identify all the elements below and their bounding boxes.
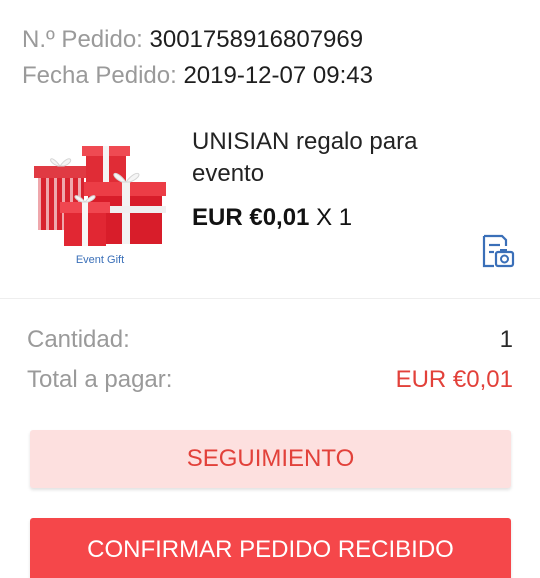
tracking-button[interactable]: SEGUIMIENTO bbox=[30, 430, 511, 488]
order-meta: N.º Pedido: 3001758916807969 Fecha Pedid… bbox=[22, 22, 520, 94]
product-price: EUR €0,01 bbox=[192, 204, 310, 231]
quantity-row: Cantidad: 1 bbox=[27, 320, 513, 360]
order-date-label: Fecha Pedido: bbox=[22, 62, 177, 89]
order-number-label: N.º Pedido: bbox=[22, 26, 143, 53]
order-number-row: N.º Pedido: 3001758916807969 bbox=[22, 22, 520, 58]
order-number-value: 3001758916807969 bbox=[149, 26, 364, 53]
total-label: Total a pagar: bbox=[27, 366, 173, 393]
gift-boxes-image bbox=[34, 146, 166, 246]
order-date-row: Fecha Pedido: 2019-12-07 09:43 bbox=[22, 58, 520, 94]
section-divider bbox=[0, 298, 540, 299]
total-value: EUR €0,01 bbox=[395, 366, 513, 393]
product-thumbnail[interactable]: Event Gift bbox=[30, 132, 176, 272]
order-detail-page: N.º Pedido: 3001758916807969 Fecha Pedid… bbox=[0, 0, 540, 578]
order-snapshot-icon[interactable] bbox=[480, 232, 516, 270]
confirm-received-button[interactable]: CONFIRMAR PEDIDO RECIBIDO bbox=[30, 518, 511, 578]
quantity-label: Cantidad: bbox=[27, 326, 130, 353]
product-title[interactable]: UNISIAN regalo para evento bbox=[192, 126, 492, 190]
product-item[interactable]: Event Gift UNISIAN regalo para evento EU… bbox=[30, 126, 520, 276]
snapshot-camera-icon bbox=[482, 234, 515, 268]
product-quantity: X 1 bbox=[316, 204, 353, 231]
order-date-value: 2019-12-07 09:43 bbox=[183, 62, 373, 89]
thumbnail-caption: Event Gift bbox=[75, 254, 125, 266]
product-price-line: EUR €0,01 X 1 bbox=[192, 204, 352, 232]
quantity-value: 1 bbox=[499, 326, 513, 353]
total-row: Total a pagar: EUR €0,01 bbox=[27, 360, 513, 400]
order-summary: Cantidad: 1 Total a pagar: EUR €0,01 bbox=[27, 320, 513, 400]
